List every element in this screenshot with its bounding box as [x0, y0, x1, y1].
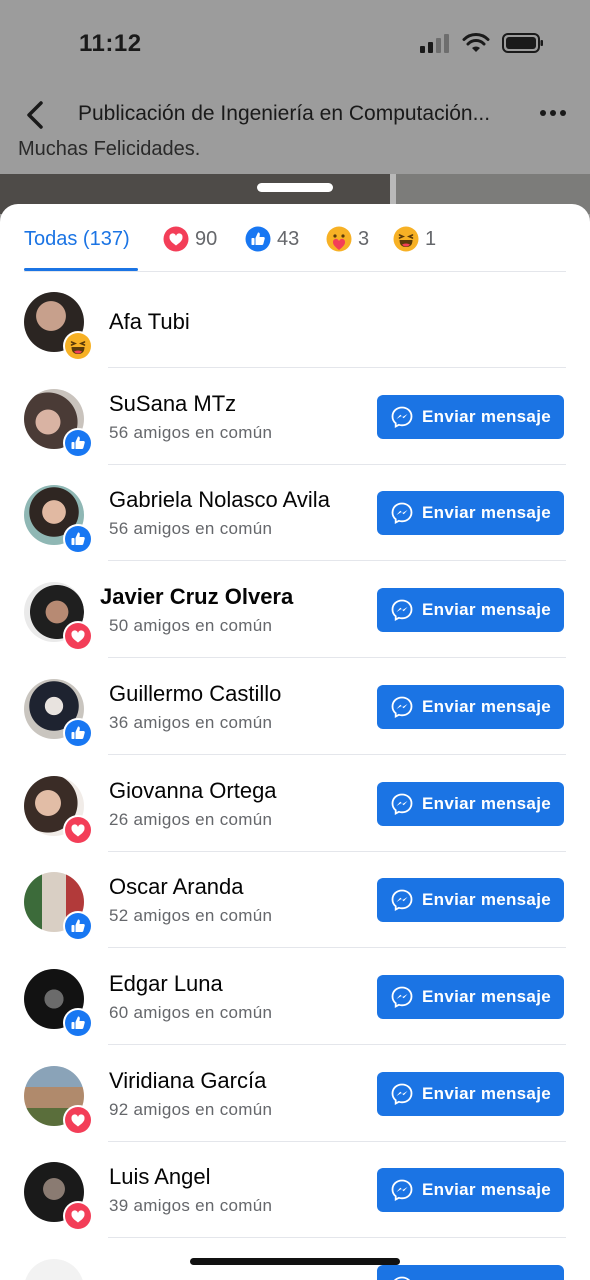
- send-message-button[interactable]: Enviar mensaje: [377, 1265, 564, 1280]
- send-message-label: Enviar mensaje: [422, 793, 551, 813]
- send-message-button[interactable]: Enviar mensaje: [377, 394, 564, 439]
- like-badge-icon: [63, 427, 93, 458]
- messenger-icon: [390, 405, 414, 429]
- like-badge-icon: [63, 524, 93, 555]
- send-message-button[interactable]: Enviar mensaje: [377, 974, 564, 1019]
- person-name[interactable]: Alberto Badillo: [109, 1276, 251, 1280]
- post-navbar: Publicación de Ingeniería en Computación…: [0, 90, 590, 140]
- love-badge-icon: [63, 1201, 93, 1232]
- like-reaction-icon: [245, 226, 271, 252]
- tab-care[interactable]: 3: [326, 224, 369, 254]
- reaction-tabs: Todas (137) 90 43 3 1: [0, 204, 590, 272]
- reaction-list-item[interactable]: Gabriela Nolasco Avila 56 amigos en común…: [0, 465, 590, 562]
- send-message-label: Enviar mensaje: [422, 986, 551, 1006]
- send-message-label: Enviar mensaje: [422, 890, 551, 910]
- send-message-button[interactable]: Enviar mensaje: [377, 1071, 564, 1116]
- send-message-button[interactable]: Enviar mensaje: [377, 1168, 564, 1213]
- messenger-icon: [390, 985, 414, 1009]
- mutual-friends: 50 amigos en común: [109, 616, 273, 636]
- messenger-icon: [390, 888, 414, 912]
- mutual-friends: 92 amigos en común: [109, 1099, 273, 1119]
- reaction-list-item[interactable]: Javier Cruz Olvera 50 amigos en común Envi…: [0, 562, 590, 659]
- sheet-grabber[interactable]: [257, 183, 333, 192]
- person-name[interactable]: SuSana MTz: [109, 391, 236, 417]
- mutual-friends: 36 amigos en común: [109, 712, 273, 732]
- tab-love[interactable]: 90: [163, 224, 217, 254]
- post-text: Muchas Felicidades.: [18, 138, 201, 160]
- reaction-list-item[interactable]: Viridiana García 92 amigos en común Enviar…: [0, 1046, 590, 1142]
- love-badge-icon: [63, 621, 93, 652]
- mutual-friends: 56 amigos en común: [109, 519, 273, 539]
- tab-all[interactable]: Todas (137): [24, 224, 130, 254]
- messenger-icon: [390, 1178, 414, 1202]
- person-name[interactable]: Afa Tubi: [109, 309, 190, 335]
- tab-love-count: 90: [195, 227, 218, 250]
- send-message-label: Enviar mensaje: [422, 503, 551, 523]
- mutual-friends: 56 amigos en común: [109, 422, 273, 442]
- haha-badge-icon: [63, 331, 93, 361]
- reaction-list-item[interactable]: Oscar Aranda 52 amigos en común Enviar men…: [0, 852, 590, 949]
- reaction-list-item[interactable]: SuSana MTz 56 amigos en común Enviar mensa…: [0, 369, 590, 465]
- status-icons: [420, 33, 544, 53]
- like-badge-icon: [63, 911, 93, 942]
- love-badge-icon: [63, 814, 93, 845]
- signal-icon: [420, 34, 449, 53]
- person-name[interactable]: Oscar Aranda: [109, 874, 244, 900]
- tab-haha-count: 1: [425, 227, 437, 250]
- love-reaction-icon: [163, 226, 189, 252]
- send-message-label: Enviar mensaje: [422, 600, 551, 620]
- wifi-icon: [462, 33, 490, 52]
- tab-haha[interactable]: 1: [393, 224, 436, 254]
- tab-like[interactable]: 43: [245, 224, 299, 254]
- status-bar: 11:12: [0, 0, 590, 90]
- messenger-icon: [390, 1275, 414, 1280]
- tab-all-label: Todas (137): [24, 227, 130, 250]
- messenger-icon: [390, 1082, 414, 1106]
- tab-like-count: 43: [277, 227, 300, 250]
- post-title: Publicación de Ingeniería en Computación…: [78, 102, 491, 125]
- mutual-friends: 52 amigos en común: [109, 906, 273, 926]
- person-name[interactable]: Luis Angel: [109, 1164, 211, 1190]
- reaction-list-item[interactable]: Afa Tubi: [0, 272, 590, 368]
- haha-reaction-icon: [393, 226, 419, 252]
- reaction-list-item[interactable]: Luis Angel 39 amigos en común Enviar mensa…: [0, 1142, 590, 1239]
- avatar[interactable]: [24, 1259, 84, 1280]
- love-badge-icon: [63, 1104, 93, 1135]
- home-indicator[interactable]: [190, 1258, 400, 1265]
- person-name[interactable]: Gabriela Nolasco Avila: [109, 487, 330, 513]
- person-name[interactable]: Edgar Luna: [109, 971, 223, 997]
- messenger-icon: [390, 501, 414, 525]
- send-message-button[interactable]: Enviar mensaje: [377, 878, 564, 923]
- person-name[interactable]: Giovanna Ortega: [109, 778, 277, 804]
- send-message-label: Enviar mensaje: [422, 696, 551, 716]
- like-badge-icon: [63, 717, 93, 748]
- back-arrow-icon[interactable]: [20, 98, 52, 132]
- reaction-list-item[interactable]: Edgar Luna 60 amigos en común Enviar mensa…: [0, 949, 590, 1045]
- mutual-friends: 26 amigos en común: [109, 809, 273, 829]
- messenger-icon: [390, 598, 414, 622]
- mutual-friends: 60 amigos en común: [109, 1002, 273, 1022]
- send-message-button[interactable]: Enviar mensaje: [377, 684, 564, 729]
- more-options-icon[interactable]: [538, 102, 568, 124]
- send-message-label: Enviar mensaje: [422, 1083, 551, 1103]
- send-message-button[interactable]: Enviar mensaje: [377, 781, 564, 826]
- mutual-friends: 39 amigos en común: [109, 1196, 273, 1216]
- reaction-list-item[interactable]: Giovanna Ortega 26 amigos en común Enviar …: [0, 756, 590, 852]
- messenger-icon: [390, 792, 414, 816]
- care-reaction-icon: [326, 226, 352, 252]
- person-name[interactable]: Javier Cruz Olvera: [100, 584, 293, 610]
- send-message-button[interactable]: Enviar mensaje: [377, 588, 564, 633]
- send-message-label: Enviar mensaje: [422, 406, 551, 426]
- send-message-label: Enviar mensaje: [422, 1180, 551, 1200]
- battery-icon: [502, 33, 543, 53]
- like-badge-icon: [63, 1007, 93, 1038]
- person-name[interactable]: Viridiana García: [109, 1068, 266, 1094]
- messenger-icon: [390, 695, 414, 719]
- reaction-list-item[interactable]: Guillermo Castillo 36 amigos en común Envi…: [0, 659, 590, 755]
- tab-care-count: 3: [358, 227, 370, 250]
- clock: 11:12: [79, 30, 142, 57]
- person-name[interactable]: Guillermo Castillo: [109, 681, 281, 707]
- reactions-sheet: Todas (137) 90 43 3 1 Afa Tubi SuSana MT…: [0, 204, 590, 1280]
- send-message-button[interactable]: Enviar mensaje: [377, 491, 564, 536]
